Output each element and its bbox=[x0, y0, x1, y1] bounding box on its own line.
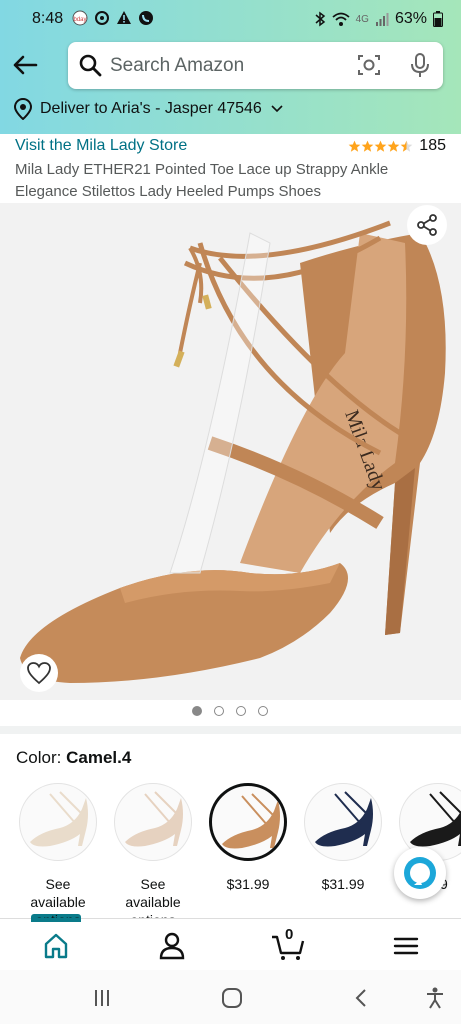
swatch-image bbox=[114, 783, 192, 861]
share-button[interactable] bbox=[407, 205, 447, 245]
back-arrow-icon[interactable] bbox=[10, 50, 40, 80]
menu-icon[interactable] bbox=[390, 931, 422, 961]
pagination-dot[interactable] bbox=[258, 706, 268, 716]
location-pin-icon bbox=[14, 98, 32, 120]
wishlist-button[interactable] bbox=[20, 654, 58, 692]
accessibility-icon[interactable] bbox=[423, 986, 447, 1010]
star-icon bbox=[348, 140, 361, 152]
share-icon bbox=[417, 214, 437, 236]
back-button-icon[interactable] bbox=[350, 986, 374, 1010]
star-icon bbox=[361, 140, 374, 152]
search-row: Search Amazon bbox=[0, 40, 461, 92]
cart-button[interactable]: 0 bbox=[270, 926, 306, 961]
product-image: Mila Lady bbox=[20, 220, 446, 683]
pagination-dot[interactable] bbox=[214, 706, 224, 716]
color-swatch[interactable]: $31.99 bbox=[208, 783, 288, 893]
network-type: 4G bbox=[355, 13, 369, 25]
search-input[interactable]: Search Amazon bbox=[68, 42, 443, 89]
bluetooth-icon bbox=[315, 11, 325, 27]
microphone-icon[interactable] bbox=[408, 52, 432, 78]
color-value: Camel.4 bbox=[66, 748, 132, 767]
pagination-dot[interactable] bbox=[236, 706, 246, 716]
heart-icon bbox=[27, 662, 51, 685]
status-system-icons: 4G 63% bbox=[314, 10, 443, 28]
alexa-button[interactable] bbox=[394, 847, 446, 899]
system-navigation-bar bbox=[0, 970, 461, 1024]
section-divider bbox=[0, 726, 461, 734]
product-title: Mila Lady ETHER21 Pointed Toe Lace up St… bbox=[15, 161, 389, 200]
status-bar: 8:48 bday 4G 63% bbox=[0, 0, 461, 38]
store-rating-row: Visit the Mila Lady Store 185 bbox=[15, 136, 446, 158]
warning-icon bbox=[117, 11, 131, 24]
status-time: 8:48 bbox=[32, 10, 64, 27]
swatch-label: $31.99 bbox=[321, 876, 365, 892]
account-icon[interactable] bbox=[156, 931, 188, 961]
swatch-label: $31.99 bbox=[226, 876, 270, 892]
svg-text:bday: bday bbox=[73, 17, 86, 23]
app-header: 8:48 bday 4G 63% Search Amazon Deliver t… bbox=[0, 0, 461, 134]
status-notification-icons: bday bbox=[72, 10, 154, 26]
chevron-down-icon bbox=[271, 105, 283, 113]
battery-percent: 63% bbox=[394, 10, 427, 27]
color-swatch[interactable]: See available options bbox=[113, 783, 193, 929]
swatch-image bbox=[304, 783, 382, 861]
store-link[interactable]: Visit the Mila Lady Store bbox=[15, 137, 187, 155]
pagination-dot[interactable] bbox=[192, 706, 202, 716]
rating-count: 185 bbox=[419, 137, 446, 154]
color-swatch[interactable]: $31.99 bbox=[303, 783, 383, 893]
home-icon[interactable] bbox=[40, 931, 72, 961]
bottom-navigation: 0 bbox=[0, 918, 461, 970]
color-selection-label: Color: Camel.4 bbox=[16, 748, 131, 768]
search-placeholder: Search Amazon bbox=[110, 55, 245, 76]
delivery-location[interactable]: Deliver to Aria's - Jasper 47546 bbox=[14, 96, 284, 122]
color-label: Color: bbox=[16, 748, 62, 767]
signal-icon bbox=[375, 13, 389, 26]
star-icon bbox=[374, 140, 387, 152]
swatch-image bbox=[19, 783, 97, 861]
battery-icon bbox=[433, 11, 443, 27]
phone-call-icon bbox=[139, 11, 153, 25]
nav-active-indicator bbox=[31, 918, 81, 922]
product-rating[interactable]: 185 bbox=[348, 137, 446, 155]
color-swatch[interactable]: See available options bbox=[18, 783, 98, 929]
sync-icon bbox=[95, 11, 109, 25]
star-icon bbox=[400, 140, 413, 152]
swatch-image bbox=[209, 783, 287, 861]
delivery-text: Deliver to Aria's - Jasper 47546 bbox=[40, 100, 262, 117]
notification-app-icon: bday bbox=[72, 10, 88, 26]
home-button-icon[interactable] bbox=[220, 986, 244, 1010]
cart-count: 0 bbox=[285, 926, 294, 943]
star-icon bbox=[387, 140, 400, 152]
wifi-icon bbox=[332, 12, 350, 26]
color-swatch-list: See available optionsSee available optio… bbox=[0, 783, 461, 928]
camera-lens-icon[interactable] bbox=[357, 53, 381, 77]
gallery-pagination bbox=[192, 706, 268, 716]
search-icon bbox=[79, 54, 102, 77]
alexa-icon bbox=[404, 857, 436, 889]
rating-stars bbox=[348, 140, 413, 153]
product-image-gallery[interactable]: Mila Lady bbox=[0, 203, 461, 700]
recent-apps-icon[interactable] bbox=[90, 986, 114, 1010]
